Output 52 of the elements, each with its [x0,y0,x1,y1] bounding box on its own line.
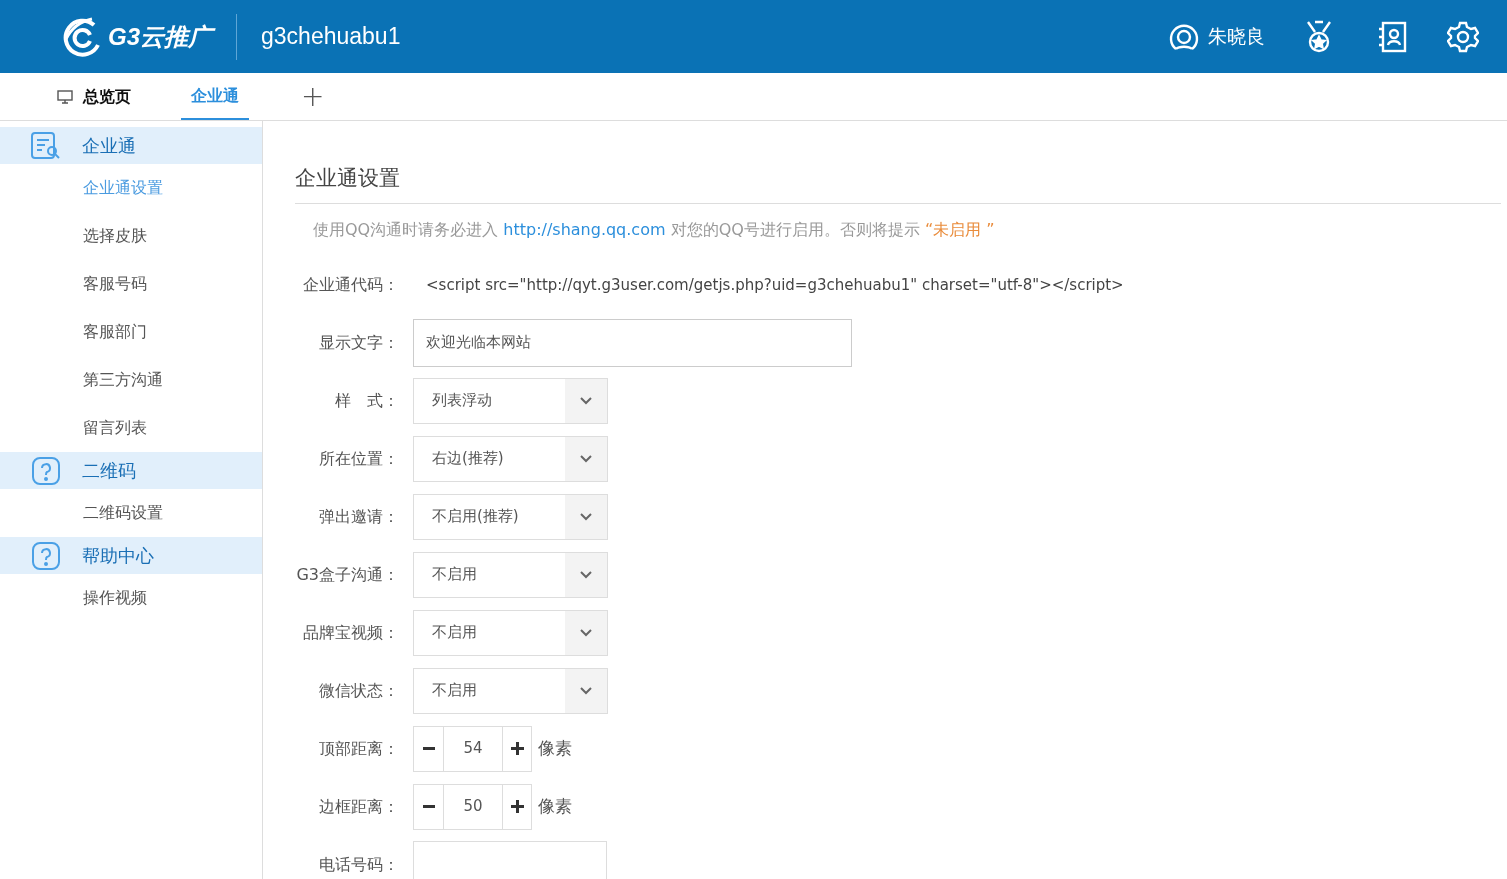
select-dropdown[interactable]: 不启用(推荐) [413,493,608,540]
monitor-icon [57,89,73,104]
sidebar-item[interactable]: 第三方沟通 [83,368,163,392]
qq-link[interactable]: http://shang.qq.com [503,219,666,239]
question-icon [31,455,61,486]
field-label: 所在位置： [318,447,400,470]
field-label: 顶部距离： [318,737,400,760]
sidebar-item[interactable]: 客服部门 [83,320,147,344]
chevron-down-icon [580,512,592,521]
sidebar-group-header[interactable]: 帮助中心 [0,537,262,574]
sidebar-group-header[interactable]: 二维码 [0,452,262,489]
document-search-icon [31,131,61,160]
field-label: G3盒子沟通： [295,563,400,586]
field-label: 显示文字： [318,331,400,354]
sidebar-item[interactable]: 操作视频 [83,586,147,610]
sidebar-item[interactable]: 二维码设置 [83,501,163,525]
hint-text: 使用QQ沟通时请务必进入 http://shang.qq.com 对您的QQ号进行启用。否则将提示 “未启用 ” [312,218,996,241]
unit-label: 像素 [538,794,572,818]
sidebar-item[interactable]: 留言列表 [83,416,147,440]
chevron-down-icon [580,396,592,405]
chevron-down-icon [580,628,592,637]
select-dropdown[interactable]: 不启用 [413,609,608,656]
chevron-down-icon [580,454,592,463]
question-icon [31,540,61,571]
select-dropdown[interactable]: 不启用 [413,667,608,714]
text-input-field[interactable]: 欢迎光临本网站 [413,318,852,367]
sidebar-item[interactable]: 客服号码 [83,272,147,296]
sidebar-group-header[interactable]: 企业通 [0,127,262,164]
field-label: 品牌宝视频： [302,621,400,644]
contact-book-icon[interactable] [1377,20,1407,53]
tab[interactable]: 总览页 [55,73,133,120]
field-label: 弹出邀请： [318,505,400,528]
field-label: 样 式： [334,389,400,412]
phone-input-field[interactable] [413,840,607,879]
select-dropdown[interactable]: 列表浮动 [413,377,608,424]
field-label: 企业通代码： [302,273,400,296]
page-title: 企业通设置 [295,163,1501,204]
settings-icon[interactable] [1447,20,1479,53]
sidebar-item[interactable]: 选择皮肤 [83,224,147,248]
unit-label: 像素 [538,736,572,760]
account-name: g3chehuabu1 [261,22,401,52]
field-label: 边框距离： [318,795,400,818]
select-dropdown[interactable]: 右边(推荐) [413,435,608,482]
select-dropdown[interactable]: 不启用 [413,551,608,598]
embed-code: <script src="http://qyt.g3user.com/getjs.php?uid=g3chehuabu1" charset="utf-8"></script> [425,275,1124,294]
field-label: 微信状态： [318,679,400,702]
add-tab-button[interactable]: + [297,73,329,120]
user-button[interactable]: 朱晓良 [1168,21,1265,52]
field-label: 电话号码： [318,853,400,876]
medal-icon[interactable] [1305,19,1333,54]
chevron-down-icon [580,570,592,579]
chevron-down-icon [580,686,592,695]
